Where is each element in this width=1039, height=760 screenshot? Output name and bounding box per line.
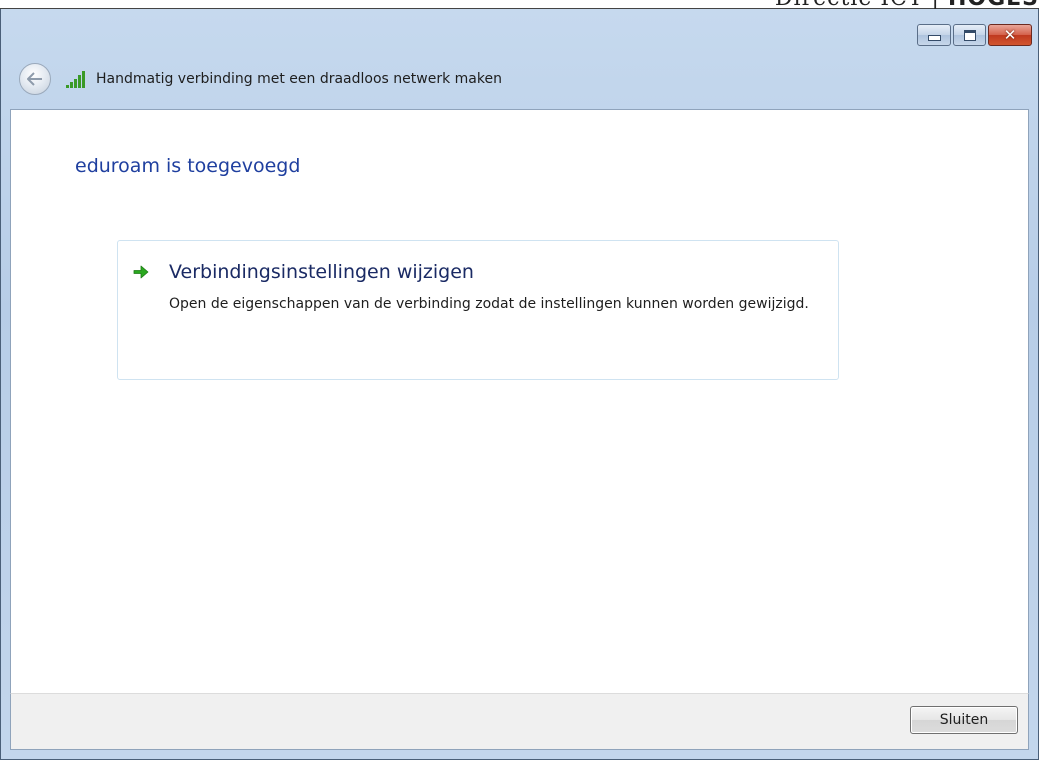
back-arrow-icon <box>27 72 42 86</box>
option-description: Open de eigenschappen van de verbinding … <box>169 296 809 312</box>
minimize-icon <box>927 35 941 41</box>
back-button[interactable] <box>19 63 51 95</box>
dialog-footer: Sluiten <box>10 693 1029 750</box>
signal-bar <box>74 79 77 88</box>
maximize-button[interactable] <box>953 24 986 46</box>
page-heading: eduroam is toegevoegd <box>75 155 301 177</box>
title-bar[interactable]: ✕ <box>1 9 1038 55</box>
wireless-signal-icon <box>66 70 90 88</box>
dialog-window: ✕ Handmatig verbinding met een draadloos… <box>0 9 1039 760</box>
change-connection-settings-option[interactable]: Verbindingsinstellingen wijzigen Open de… <box>117 240 839 380</box>
signal-bar <box>70 82 73 88</box>
screen: Directie ICT | HOGES ✕ <box>0 0 1039 760</box>
green-arrow-icon <box>133 265 149 279</box>
signal-bar <box>82 71 85 88</box>
content-area: eduroam is toegevoegd Verbindingsinstell… <box>10 109 1029 694</box>
window-controls: ✕ <box>915 24 1032 48</box>
close-window-button[interactable]: ✕ <box>988 24 1032 46</box>
signal-bar <box>78 75 81 88</box>
option-title[interactable]: Verbindingsinstellingen wijzigen <box>169 261 474 283</box>
close-icon: ✕ <box>1003 25 1017 44</box>
navigation-bar: Handmatig verbinding met een draadloos n… <box>19 61 502 97</box>
maximize-icon <box>963 29 976 41</box>
signal-bar <box>66 85 69 88</box>
close-button[interactable]: Sluiten <box>910 706 1018 734</box>
minimize-button[interactable] <box>917 24 951 46</box>
dialog-title: Handmatig verbinding met een draadloos n… <box>96 71 502 87</box>
